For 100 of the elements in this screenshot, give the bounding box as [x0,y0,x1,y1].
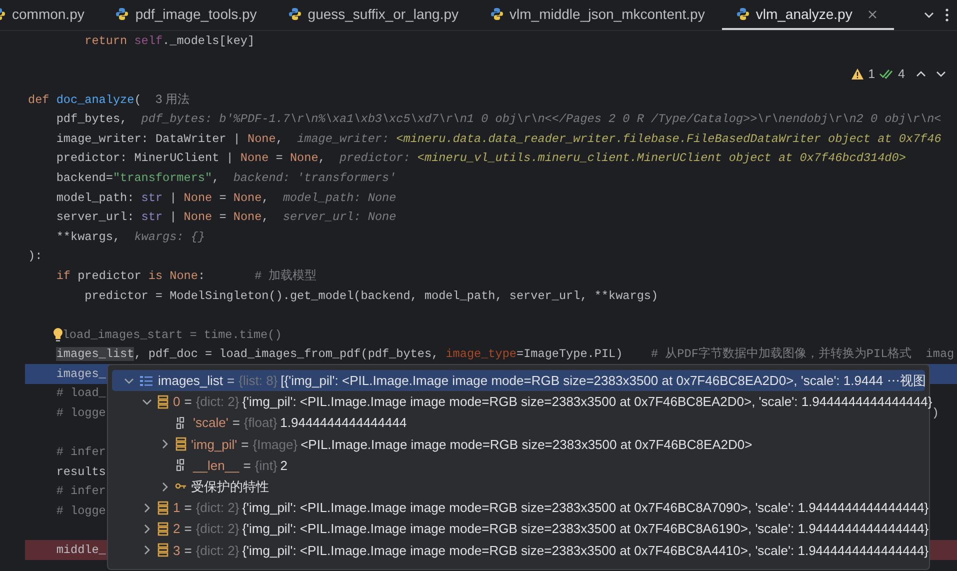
file-tab[interactable]: common.py [0,0,102,30]
close-icon[interactable] [868,10,878,18]
self-keyword: self [134,34,163,48]
code-text: server_url: [56,210,136,224]
passed-count[interactable]: 4 [898,67,905,81]
keyword: def [28,92,50,107]
variable-name: images_list [158,373,224,388]
file-tab[interactable]: pdf_image_tools.py [101,0,274,30]
stack-icon [157,522,169,536]
variable-name: 1 [173,500,180,516]
inline-value-hint: <mineru_vl_utils.mineru_client.MinerUClient object at 0x7f46bcd314d0> [417,151,906,166]
code-text: images_ [56,366,106,381]
python-file-icon [736,7,750,21]
variable-value: {'img_pil': <PIL.Image.Image image mode=RGB size=2383x3500 at 0x7F46BC8A6190>, 'scale': 1.9444444444444444} [242,521,929,536]
equals-sign: = [241,436,249,452]
equals-sign: = [184,394,192,410]
code-text: ) [932,406,939,420]
code-comment: load_images_start = time.time() [62,328,282,342]
code-text: , [276,132,284,146]
variable-type: {float} [244,415,278,430]
builtin-type: str [141,190,163,205]
variable-value: 2 [280,458,288,473]
keyword: None [184,210,212,224]
code-text: middle_ [56,543,106,558]
code-text: predictor [78,268,142,283]
keyword: None [233,190,262,205]
code-text: **kwargs, [56,230,122,244]
code-text: = [274,151,284,166]
warning-count[interactable]: 1 [868,67,876,81]
code-text: pdf_bytes, [56,112,128,126]
inline-value-hint: model_path: None [282,190,396,205]
function-name: doc_analyze [56,92,134,107]
code-text: predictor: MinerUClient | [56,151,234,166]
variable-type: {list: 8} [238,373,278,388]
variable-name: 'img_pil' [191,436,238,452]
code-text: image_writer: DataWriter | [56,132,242,146]
stack-icon [175,437,187,452]
equals-sign: = [232,415,240,430]
code-comment: # load_ [56,386,106,400]
inline-value-hint: server_url: None [282,210,396,224]
keyword: None [247,132,276,146]
inline-value-hint: kwargs: {} [134,230,205,244]
list-icon [139,374,154,388]
variable-type: {dict: 2} [196,500,240,516]
variable-row[interactable]: 受保护的特性 [112,476,925,498]
equals-sign: = [227,373,235,388]
code-text: backend= [56,170,113,185]
variable-row[interactable]: images_list = {list: 8} [{'img_pil': <PIL.Image.Image image mode=RGB size=2383x3500 at 0x7F46BC8EA2D0>, 'scale': 1.9444 ⋯视图 [112,370,925,392]
variable-value: {'img_pil': <PIL.Image.Image image mode=RGB size=2383x3500 at 0x7F46BC8A7090>, 'scale': 1.9444444444444444} [242,500,929,516]
stack-icon [157,500,169,515]
keyword: None [233,210,262,224]
variable-value: 1.9444444444444444 [280,415,407,430]
file-tab[interactable]: vlm_middle_json_mkcontent.py [476,0,722,30]
equals-sign: = [184,521,192,536]
variable-row[interactable]: __len__ = {int} 2 [112,454,925,476]
more-icon[interactable] [945,8,949,22]
equals-sign: = [184,500,192,516]
code-comment: # logge [56,504,106,518]
code-text: : [198,268,206,283]
code-comment: # infer [56,484,106,498]
variable-type: {dict: 2} [196,521,240,536]
file-tab[interactable]: guess_suffix_or_lang.py [274,0,476,30]
stack-icon [157,394,169,409]
builtin-type: str [141,210,163,224]
code-text: results [56,464,106,479]
python-file-icon [115,7,130,21]
variable-type: {Image} [252,436,298,452]
code-text: , [262,210,270,224]
inline-value-hint: pdf_bytes: b'%PDF-1.7\r\n%\xa1\xb3\xc5\xd7\r\n1 0 obj\r\n<</Pages 2 0 R /Type/Catalog>>\r\nendobj\r\n2 0 obj\r\n< [141,112,942,126]
code-text: , pdf_doc = load_images_from_pdf(pdf_bytes, [134,347,440,362]
code-comment: # infer [56,445,106,460]
code-text: = [218,190,228,205]
variable-row[interactable]: 'img_pil' = {Image} <PIL.Image.Image image mode=RGB size=2383x3500 at 0x7F46BC8EA2D0> [112,434,925,455]
equals-sign: = [243,458,251,473]
highlighted-identifier: images_list [56,347,134,362]
double-check-icon[interactable] [879,68,894,80]
code-text: =ImageType.PIL) [516,347,624,362]
variable-row[interactable]: 'scale' = {float} 1.9444444444444444 [112,412,925,434]
string-literal: "transformers" [112,170,212,185]
stack-icon [157,543,169,558]
code-text: | [168,210,178,224]
keyword: None [184,190,212,205]
inline-value-hint: image_writer: [297,132,390,146]
code-text: , [262,190,270,205]
warning-icon[interactable] [851,68,864,80]
view-link[interactable]: 视图 [900,372,928,390]
variable-name: __len__ [193,458,240,473]
inline-value-hint: backend: 'transformers' [233,170,396,185]
code-text: ._models[key] [162,34,255,48]
inline-value-hint: predictor: [340,151,412,166]
code-text: | [168,190,178,205]
variable-name: 受保护的特性 [191,478,269,496]
file-tab[interactable]: vlm_analyze.py [722,0,894,30]
usage-hint[interactable]: 3 用法 [155,91,190,108]
code-text: ( [134,92,142,107]
named-argument: image_type [446,347,516,362]
lightbulb-icon[interactable] [52,326,64,343]
code-text: , [318,151,326,166]
variable-name: 'scale' [193,415,228,430]
keyword: is None [148,268,198,283]
